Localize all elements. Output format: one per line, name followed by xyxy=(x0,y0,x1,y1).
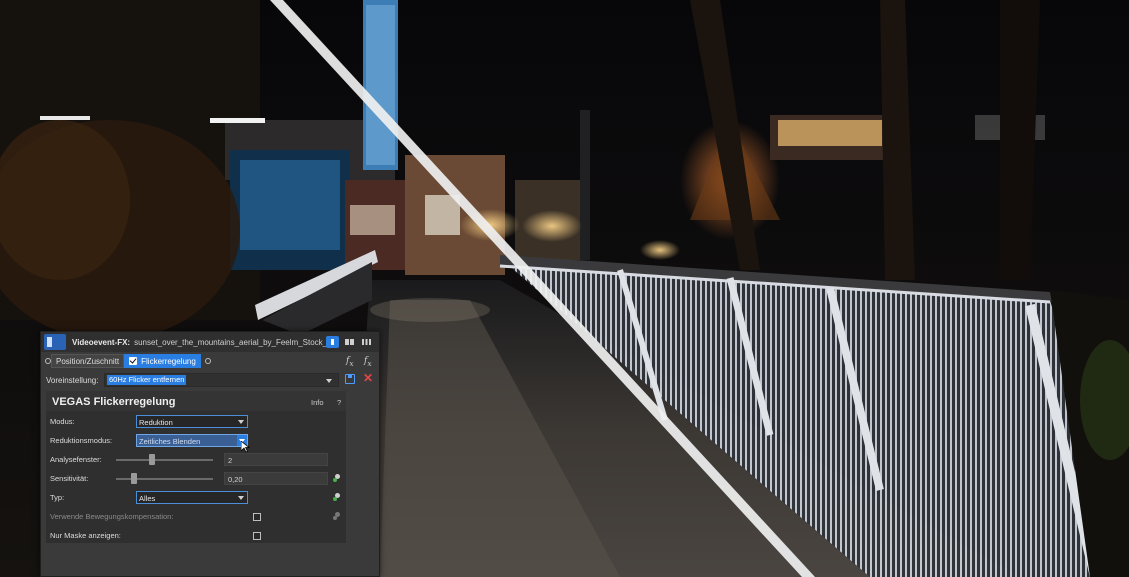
row-analysefenster: Analysefenster: 2 xyxy=(46,450,346,469)
keyframe-icon[interactable] xyxy=(333,493,341,501)
bewegung-checkbox[interactable] xyxy=(253,513,261,521)
fx-title-bar: Videoevent-FX: sunset_over_the_mountains… xyxy=(41,332,379,352)
plugin-label: Flickerregelung xyxy=(141,356,196,366)
reduktionsmodus-dropdown[interactable]: Zeitliches Blenden xyxy=(136,434,248,447)
list-view-button[interactable] xyxy=(360,336,373,348)
row-reduktionsmodus: Reduktionsmodus: Zeitliches Blenden xyxy=(46,431,346,450)
analysefenster-input[interactable]: 2 xyxy=(224,453,328,466)
plugin-position-zuschnitt[interactable]: Position/Zuschnitt xyxy=(51,354,125,368)
delete-icon[interactable]: ✕ xyxy=(363,371,373,385)
row-sensitivitaet: Sensitivität: 0,20 xyxy=(46,469,346,488)
panel-header: VEGAS Flickerregelung Info ? xyxy=(46,391,346,411)
grid-icon xyxy=(362,339,371,345)
flicker-control-panel: VEGAS Flickerregelung Info ? Modus: Redu… xyxy=(46,391,346,543)
chevron-down-icon xyxy=(326,379,332,383)
sensitivitaet-input[interactable]: 0,20 xyxy=(224,472,328,485)
plugin-chain-view-button[interactable] xyxy=(326,336,339,348)
typ-dropdown[interactable]: Alles xyxy=(136,491,248,504)
sensitivitaet-slider-handle[interactable] xyxy=(131,473,137,484)
fx-icon[interactable]: fx xyxy=(346,356,354,368)
help-button[interactable]: ? xyxy=(337,398,341,407)
plugin-flickerregelung[interactable]: Flickerregelung xyxy=(124,354,201,368)
panel-title: VEGAS Flickerregelung xyxy=(52,396,176,408)
analysefenster-value: 2 xyxy=(228,456,233,465)
plugin-enabled-checkbox[interactable] xyxy=(129,357,138,365)
save-icon[interactable] xyxy=(345,374,355,384)
fx-window-title: Videoevent-FX: xyxy=(72,337,131,347)
preset-dropdown[interactable]: 60Hz Flicker entfernen xyxy=(104,373,339,387)
modus-dropdown[interactable]: Reduktion xyxy=(136,415,248,428)
sensitivitaet-label: Sensitivität: xyxy=(50,474,89,483)
grid-icon xyxy=(345,339,354,345)
chevron-down-icon xyxy=(238,496,244,500)
typ-value: Alles xyxy=(139,494,156,503)
modus-value: Reduktion xyxy=(139,418,173,427)
keyframe-icon[interactable] xyxy=(333,474,341,482)
chevron-down-icon xyxy=(238,420,244,424)
analysefenster-slider-handle[interactable] xyxy=(149,454,155,465)
analysefenster-slider[interactable] xyxy=(116,459,213,461)
grid-view-button[interactable] xyxy=(343,336,356,348)
preset-label: Voreinstellung: xyxy=(46,375,99,385)
fx-source-name: sunset_over_the_mountains_aerial_by_Feel… xyxy=(134,337,333,347)
row-modus: Modus: Reduktion xyxy=(46,412,346,431)
app-icon xyxy=(44,334,66,350)
cursor-icon xyxy=(241,441,250,453)
typ-label: Typ: xyxy=(50,493,65,502)
row-bewegung: Verwende Bewegungskompensation: xyxy=(46,507,346,526)
maske-checkbox[interactable] xyxy=(253,532,261,540)
plugin-chain: Position/Zuschnitt Flickerregelung xyxy=(41,352,379,370)
reduktionsmodus-value: Zeitliches Blenden xyxy=(139,437,201,446)
video-fx-window: Videoevent-FX: sunset_over_the_mountains… xyxy=(40,331,380,577)
maske-label: Nur Maske anzeigen: xyxy=(50,531,121,540)
keyframe-icon[interactable] xyxy=(333,512,341,520)
bewegung-label: Verwende Bewegungskompensation: xyxy=(50,512,174,521)
chain-end-node xyxy=(204,358,211,364)
modus-label: Modus: xyxy=(50,417,75,426)
reduktionsmodus-label: Reduktionsmodus: xyxy=(50,436,113,445)
preset-value: 60Hz Flicker entfernen xyxy=(107,375,187,385)
row-typ: Typ: Alles xyxy=(46,488,346,507)
row-maske: Nur Maske anzeigen: xyxy=(46,526,346,545)
analysefenster-label: Analysefenster: xyxy=(50,455,102,464)
plugin-label: Position/Zuschnitt xyxy=(56,356,120,366)
preset-row: Voreinstellung: 60Hz Flicker entfernen xyxy=(41,371,379,389)
sensitivitaet-value: 0,20 xyxy=(228,475,243,484)
fx-icon[interactable]: fx xyxy=(364,356,372,368)
info-link[interactable]: Info xyxy=(311,398,324,407)
